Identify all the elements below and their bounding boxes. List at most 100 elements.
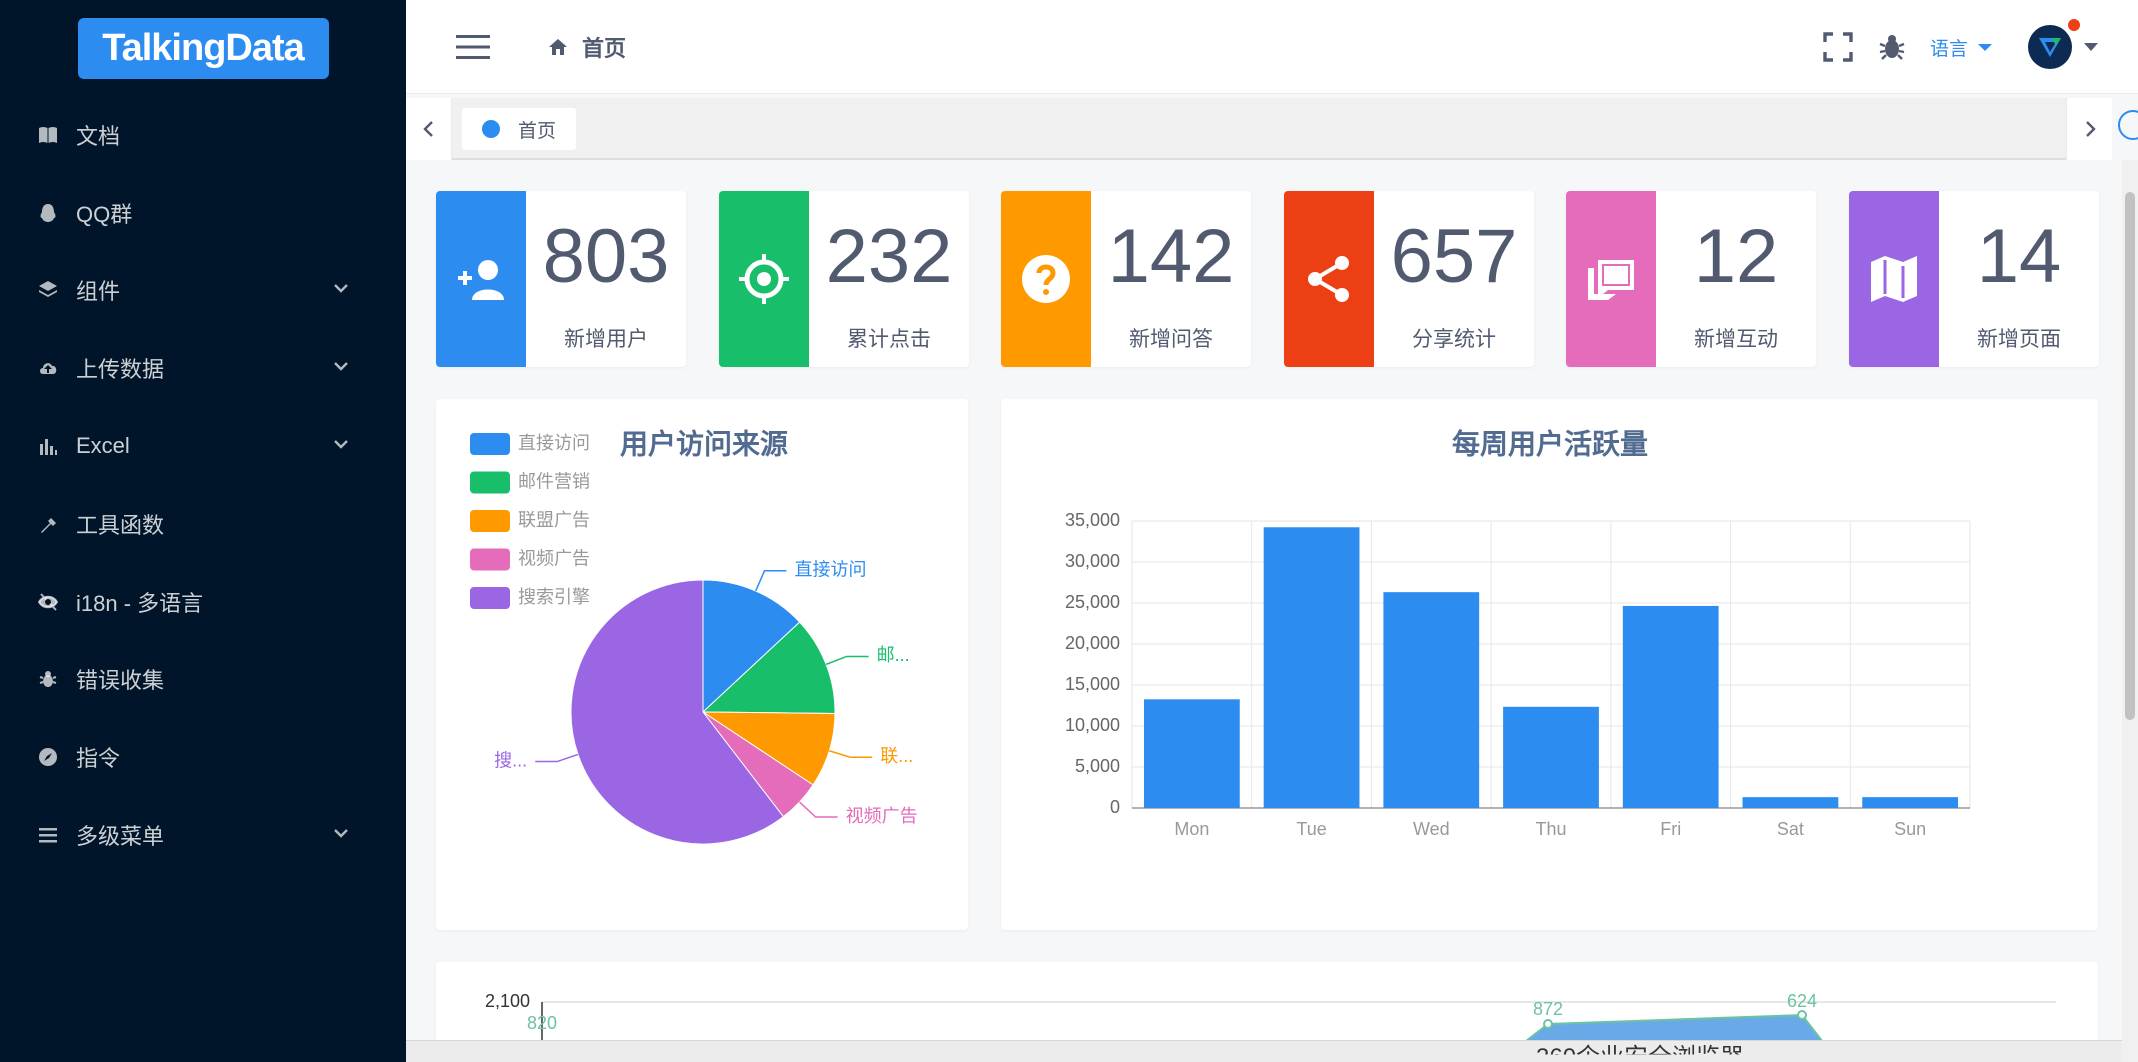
stat-card-0: 803 新增用户	[436, 191, 686, 367]
sidebar-item-0[interactable]: 文档	[0, 96, 406, 174]
language-dropdown[interactable]: 语言	[1930, 34, 1992, 61]
sidebar-item-4[interactable]: Excel	[0, 407, 406, 485]
bug-icon	[38, 669, 58, 689]
label-line	[755, 570, 787, 592]
stat-card-1: 232 累计点击	[719, 191, 969, 367]
y-tick-label: 10,000	[1065, 715, 1120, 735]
tab-home[interactable]: 首页	[462, 108, 577, 150]
breadcrumb-home[interactable]: 首页	[582, 31, 626, 63]
logo-area: TalkingData	[0, 0, 406, 96]
label-line	[828, 750, 873, 758]
notification-dot	[2068, 19, 2080, 31]
sidebar-item-label: 上传数据	[76, 357, 165, 383]
close-tags-button[interactable]	[2118, 110, 2138, 140]
browser-status-text: 360企业安全浏览器	[1536, 1044, 1745, 1062]
slice-label: 视频广告	[846, 806, 918, 826]
bar[interactable]	[1263, 527, 1360, 808]
sidebar-toggle-button[interactable]	[456, 30, 490, 64]
sidebar-item-label: 文档	[76, 123, 121, 149]
bug-icon	[1879, 35, 1905, 60]
bar[interactable]	[1622, 605, 1719, 808]
legend-swatch[interactable]	[470, 471, 510, 494]
legend-label[interactable]: 搜索引擎	[518, 587, 590, 607]
vertical-scrollbar[interactable]	[2122, 160, 2138, 1062]
user-menu[interactable]	[2028, 19, 2098, 69]
slice-label: 搜...	[494, 750, 527, 770]
bar[interactable]	[1383, 592, 1480, 808]
chevron-down-icon	[332, 433, 350, 459]
tab-active-dot	[482, 120, 500, 138]
legend-label[interactable]: 直接访问	[518, 433, 590, 453]
y-tick-label: 30,000	[1065, 551, 1120, 571]
sidebar-item-8[interactable]: 指令	[0, 718, 406, 796]
qq-icon	[38, 203, 58, 223]
share-icon	[1308, 256, 1349, 302]
bar[interactable]	[1143, 699, 1240, 808]
pie-chart: 用户访问来源直接访问邮件营销联盟广告视频广告搜索引擎直接访问邮...联...视频…	[470, 427, 918, 845]
stat-value: 657	[1390, 214, 1518, 299]
sidebar-item-label: 错误收集	[76, 668, 165, 694]
y-tick-label: 15,000	[1065, 674, 1120, 694]
map-icon	[1871, 256, 1917, 302]
data-point[interactable]	[1543, 1019, 1553, 1029]
bar[interactable]	[1742, 797, 1839, 808]
legend-label[interactable]: 邮件营销	[518, 471, 590, 491]
stat-icon-band	[436, 191, 526, 367]
stat-label: 新增问答	[1129, 328, 1213, 351]
legend-swatch[interactable]	[470, 510, 510, 532]
top-header: 首页 语言	[406, 0, 2138, 94]
legend-label[interactable]: 联盟广告	[518, 510, 590, 530]
stat-card-2: 142 新增问答	[1001, 191, 1251, 367]
sidebar-item-6[interactable]: i18n - 多语言	[0, 563, 406, 641]
bar[interactable]	[1503, 706, 1599, 808]
sidebar-item-label: Excel	[76, 433, 130, 459]
x-tick-label: Wed	[1413, 819, 1450, 839]
sidebar-menu: 文档 QQ群组件上传数据 Excel 工具函数 i18n - 多语言错误收集指令 多级菜单	[0, 96, 406, 874]
x-tick-label: Tue	[1296, 819, 1326, 839]
stat-card-4: 12 新增互动	[1566, 191, 1816, 367]
legend-label[interactable]: 视频广告	[518, 548, 590, 568]
chevron-right-icon	[2085, 121, 2096, 137]
x-tick-label: Fri	[1660, 819, 1681, 839]
sidebar-item-5[interactable]: 工具函数	[0, 485, 406, 563]
sidebar-item-2[interactable]: 组件	[0, 252, 406, 330]
stat-label: 新增用户	[564, 328, 648, 351]
x-tick-label: Thu	[1535, 819, 1566, 839]
slice-label: 邮...	[877, 645, 910, 665]
language-label: 语言	[1929, 38, 1968, 60]
chevron-down-icon	[332, 355, 350, 381]
x-tick-label: Sat	[1777, 819, 1804, 839]
data-point[interactable]	[1797, 1010, 1807, 1020]
label-line	[825, 655, 869, 666]
sidebar-item-1[interactable]: QQ群	[0, 174, 406, 252]
sidebar-item-3[interactable]: 上传数据	[0, 329, 406, 407]
sidebar-item-label: 工具函数	[76, 512, 165, 538]
error-log-button[interactable]	[1876, 31, 1908, 63]
stat-icon-band	[1284, 191, 1374, 367]
sidebar: TalkingData 文档 QQ群组件上传数据 Excel 工具函数 i18n - 多…	[0, 0, 406, 1062]
sidebar-item-label: 组件	[76, 279, 121, 305]
bar[interactable]	[1862, 797, 1959, 808]
legend-swatch[interactable]	[470, 548, 510, 571]
y-tick-label: 2,100	[485, 991, 530, 1011]
scrollbar-thumb[interactable]	[2125, 192, 2135, 720]
legend-swatch[interactable]	[470, 433, 510, 455]
hammer-icon	[38, 514, 58, 534]
legend-swatch[interactable]	[470, 587, 510, 609]
stat-value: 142	[1107, 214, 1235, 299]
bar-chart: 每周用户活跃量 0 5,000 10,000 15,000 20,000 25,000 30,…	[1065, 427, 1971, 839]
point-label: 872	[1533, 999, 1563, 1019]
fullscreen-button[interactable]	[1822, 31, 1854, 63]
stat-value: 12	[1693, 214, 1779, 299]
chevron-down-icon	[332, 277, 350, 303]
avatar[interactable]	[2028, 25, 2072, 69]
chevron-left-icon	[422, 121, 433, 137]
sidebar-item-7[interactable]: 错误收集	[0, 641, 406, 719]
tags-scroll-right-button[interactable]	[2066, 98, 2112, 160]
tags-scroll-left-button[interactable]	[406, 98, 452, 160]
logo[interactable]: TalkingData	[77, 17, 329, 79]
stat-card-3: 657 分享统计	[1284, 191, 1534, 367]
chart-title: 用户访问来源	[620, 427, 788, 459]
sidebar-item-9[interactable]: 多级菜单	[0, 796, 406, 874]
caret-down-icon	[2084, 43, 2098, 51]
